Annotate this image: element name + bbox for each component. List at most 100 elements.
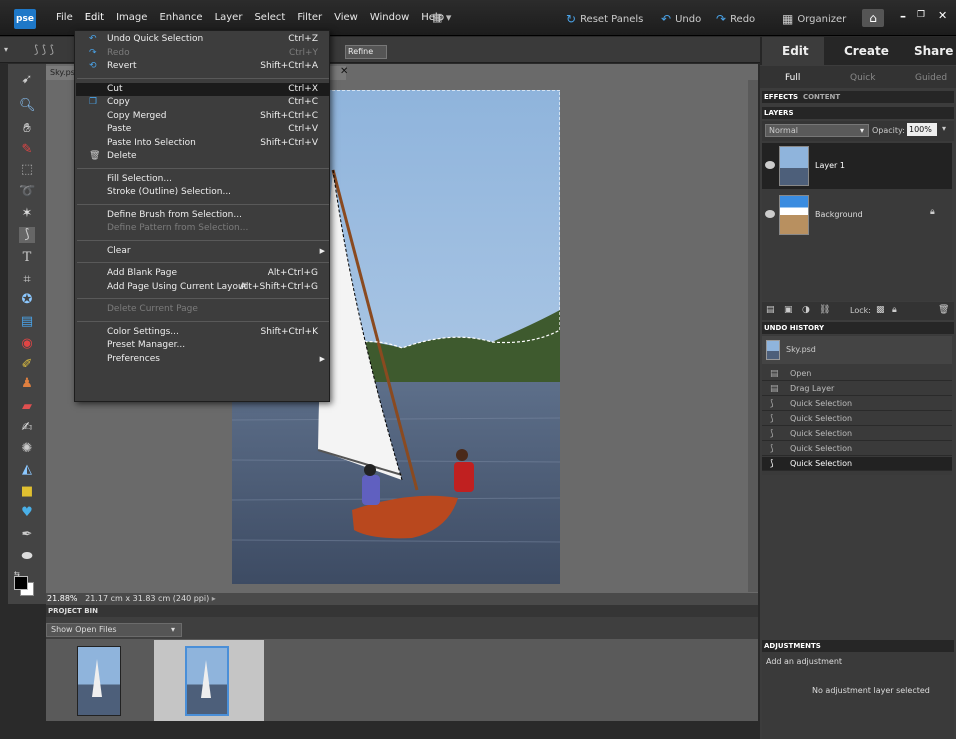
- bin-thumbnail-selected[interactable]: [185, 646, 229, 716]
- tab-create[interactable]: Create: [844, 44, 889, 58]
- edit-menu-item-clear[interactable]: Clear ▶: [76, 245, 330, 258]
- undo-item[interactable]: ⟆ Quick Selection: [762, 412, 952, 426]
- edit-menu-item-preferences[interactable]: Preferences ▶: [76, 353, 330, 366]
- paint-bucket-tool-icon[interactable]: ◭: [19, 462, 35, 478]
- show-open-files-select[interactable]: Show Open Files ▾: [46, 623, 182, 637]
- edit-menu-item-undo-quick-selection[interactable]: ↶ Undo Quick Selection Ctrl+Z: [76, 33, 330, 46]
- reset-panels-button[interactable]: ↻ Reset Panels: [566, 12, 643, 26]
- lasso-tool-icon[interactable]: ➰: [19, 184, 35, 200]
- crop-tool-icon[interactable]: ⌗: [19, 272, 35, 288]
- minimize-button[interactable]: –: [900, 9, 906, 23]
- edit-menu-item-add-blank-page[interactable]: Add Blank Page Alt+Ctrl+G: [76, 267, 330, 280]
- magic-wand-tool-icon[interactable]: ✶: [19, 206, 35, 222]
- edit-menu-item-paste-into-selection[interactable]: Paste Into Selection Shift+Ctrl+V: [76, 137, 330, 150]
- edit-menu-item-color-settings[interactable]: Color Settings... Shift+Ctrl+K: [76, 326, 330, 339]
- cookie-cutter-tool-icon[interactable]: ✪: [19, 292, 35, 308]
- eraser-tool-icon[interactable]: ▰: [19, 399, 35, 415]
- new-layer-icon[interactable]: ▤: [766, 305, 775, 315]
- visibility-eye-icon[interactable]: [765, 210, 775, 218]
- menu-edit[interactable]: Edit: [79, 12, 110, 23]
- brush-tool-icon[interactable]: ✍︎: [19, 420, 35, 436]
- edit-menu-item-stroke-outline-selection[interactable]: Stroke (Outline) Selection...: [76, 186, 330, 199]
- lock-transparency-icon[interactable]: ▩: [876, 305, 885, 315]
- undo-snapshot-row[interactable]: Sky.psd: [762, 336, 952, 364]
- edit-menu-item-copy[interactable]: ❐ Copy Ctrl+C: [76, 96, 330, 109]
- document-vertical-scrollbar[interactable]: [748, 80, 758, 592]
- move-tool-icon[interactable]: ➹: [19, 72, 35, 88]
- red-eye-tool-icon[interactable]: ◉: [19, 336, 35, 352]
- menu-select[interactable]: Select: [248, 12, 291, 23]
- opacity-dropdown[interactable]: ▾: [942, 124, 946, 133]
- undo-item[interactable]: ⟆ Quick Selection: [762, 442, 952, 456]
- undo-item[interactable]: ▤ Open: [762, 367, 952, 381]
- undo-item[interactable]: ⟆ Quick Selection: [762, 397, 952, 411]
- close-window-button[interactable]: ✕: [938, 9, 947, 22]
- organizer-button[interactable]: ▦ Organizer: [782, 12, 846, 26]
- quick-selection-mode-icon[interactable]: ⟆ ⟆ ⟆: [34, 43, 54, 56]
- gradient-tool-icon[interactable]: ■: [19, 484, 35, 500]
- edit-menu-item-cut[interactable]: Cut Ctrl+X: [76, 82, 330, 96]
- adjustment-layer-icon[interactable]: ◑: [802, 305, 810, 315]
- tab-full[interactable]: Full: [785, 73, 800, 83]
- edit-menu-item-add-page-using-current-layout[interactable]: Add Page Using Current Layout Alt+Shift+C…: [76, 281, 330, 294]
- new-group-icon[interactable]: ▣: [784, 305, 793, 315]
- menu-enhance[interactable]: Enhance: [153, 12, 208, 23]
- close-tab-icon[interactable]: ✕: [340, 66, 348, 77]
- edit-menu-item-fill-selection[interactable]: Fill Selection...: [76, 173, 330, 186]
- shape-tool-icon[interactable]: ♥: [19, 505, 35, 521]
- quick-selection-tool-icon[interactable]: ⟆: [19, 227, 35, 243]
- spot-healing-tool-icon[interactable]: ✐: [19, 357, 35, 373]
- marquee-tool-icon[interactable]: ⬚: [19, 162, 35, 178]
- redo-button[interactable]: ↷ Redo: [716, 12, 755, 26]
- type-tool-icon[interactable]: T: [19, 250, 35, 266]
- tab-effects[interactable]: EFFECTS: [764, 93, 798, 101]
- link-icon[interactable]: ⛓: [819, 305, 830, 315]
- edit-menu-item-copy-merged[interactable]: Copy Merged Shift+Ctrl+C: [76, 110, 330, 123]
- straighten-tool-icon[interactable]: ▤: [19, 314, 35, 330]
- trash-icon[interactable]: 🗑︎: [938, 305, 949, 315]
- menu-image[interactable]: Image: [110, 12, 153, 23]
- layer-row-layer1[interactable]: Layer 1: [762, 143, 952, 189]
- tool-preset-dropdown[interactable]: ▾: [4, 45, 8, 54]
- undo-button[interactable]: ↶ Undo: [661, 12, 701, 26]
- undo-history-header: UNDO HISTORY: [762, 322, 954, 334]
- home-button[interactable]: ⌂: [862, 9, 884, 27]
- edit-menu-item-preset-manager[interactable]: Preset Manager...: [76, 339, 330, 352]
- edit-menu-item-revert[interactable]: ⟲ Revert Shift+Ctrl+A: [76, 60, 330, 73]
- clone-stamp-tool-icon[interactable]: ♟: [19, 376, 35, 392]
- lock-all-icon[interactable]: 🔒︎: [892, 305, 897, 315]
- edit-menu-item-delete[interactable]: 🗑︎ Delete: [76, 150, 330, 163]
- tab-share[interactable]: Share: [914, 44, 953, 58]
- edit-menu-item-define-brush-from-selection[interactable]: Define Brush from Selection...: [76, 209, 330, 222]
- restore-button[interactable]: ❐: [917, 10, 925, 20]
- edit-menu-item-paste[interactable]: Paste Ctrl+V: [76, 123, 330, 136]
- opacity-input[interactable]: 100%: [907, 123, 937, 136]
- visibility-eye-icon[interactable]: [765, 161, 775, 169]
- tab-edit[interactable]: Edit: [782, 44, 809, 58]
- refine-edge-button[interactable]: Refine Edge...: [345, 45, 387, 59]
- zoom-tool-icon[interactable]: 🔍︎: [19, 98, 36, 114]
- menu-filter[interactable]: Filter: [291, 12, 328, 23]
- bin-thumbnail-sky[interactable]: [77, 646, 121, 716]
- menu-file[interactable]: File: [50, 12, 79, 23]
- undo-item[interactable]: ⟆ Quick Selection: [762, 427, 952, 441]
- undo-item-current[interactable]: ⟆ Quick Selection: [762, 457, 952, 471]
- smart-brush-tool-icon[interactable]: ✺: [19, 441, 35, 457]
- blur-tool-icon[interactable]: ✒: [19, 527, 35, 543]
- zoom-readout[interactable]: 21.88%: [47, 594, 78, 603]
- layer-row-background[interactable]: Background 🔒︎: [762, 192, 952, 238]
- status-arrow-icon[interactable]: ▸: [212, 594, 216, 603]
- tab-content[interactable]: CONTENT: [803, 93, 840, 101]
- blend-mode-select[interactable]: Normal ▾: [765, 124, 869, 137]
- workspace-layout-button[interactable]: ▦ ▾: [432, 11, 458, 25]
- eyedropper-tool-icon[interactable]: ✎: [19, 142, 35, 158]
- foreground-color-swatch[interactable]: [14, 576, 28, 590]
- tab-guided[interactable]: Guided: [915, 73, 947, 83]
- menu-window[interactable]: Window: [364, 12, 415, 23]
- sponge-tool-icon[interactable]: ⬬: [19, 549, 35, 565]
- undo-item[interactable]: ▤ Drag Layer: [762, 382, 952, 396]
- tab-quick[interactable]: Quick: [850, 73, 875, 83]
- hand-tool-icon[interactable]: ✋︎: [19, 121, 35, 137]
- menu-view[interactable]: View: [328, 12, 364, 23]
- menu-layer[interactable]: Layer: [209, 12, 249, 23]
